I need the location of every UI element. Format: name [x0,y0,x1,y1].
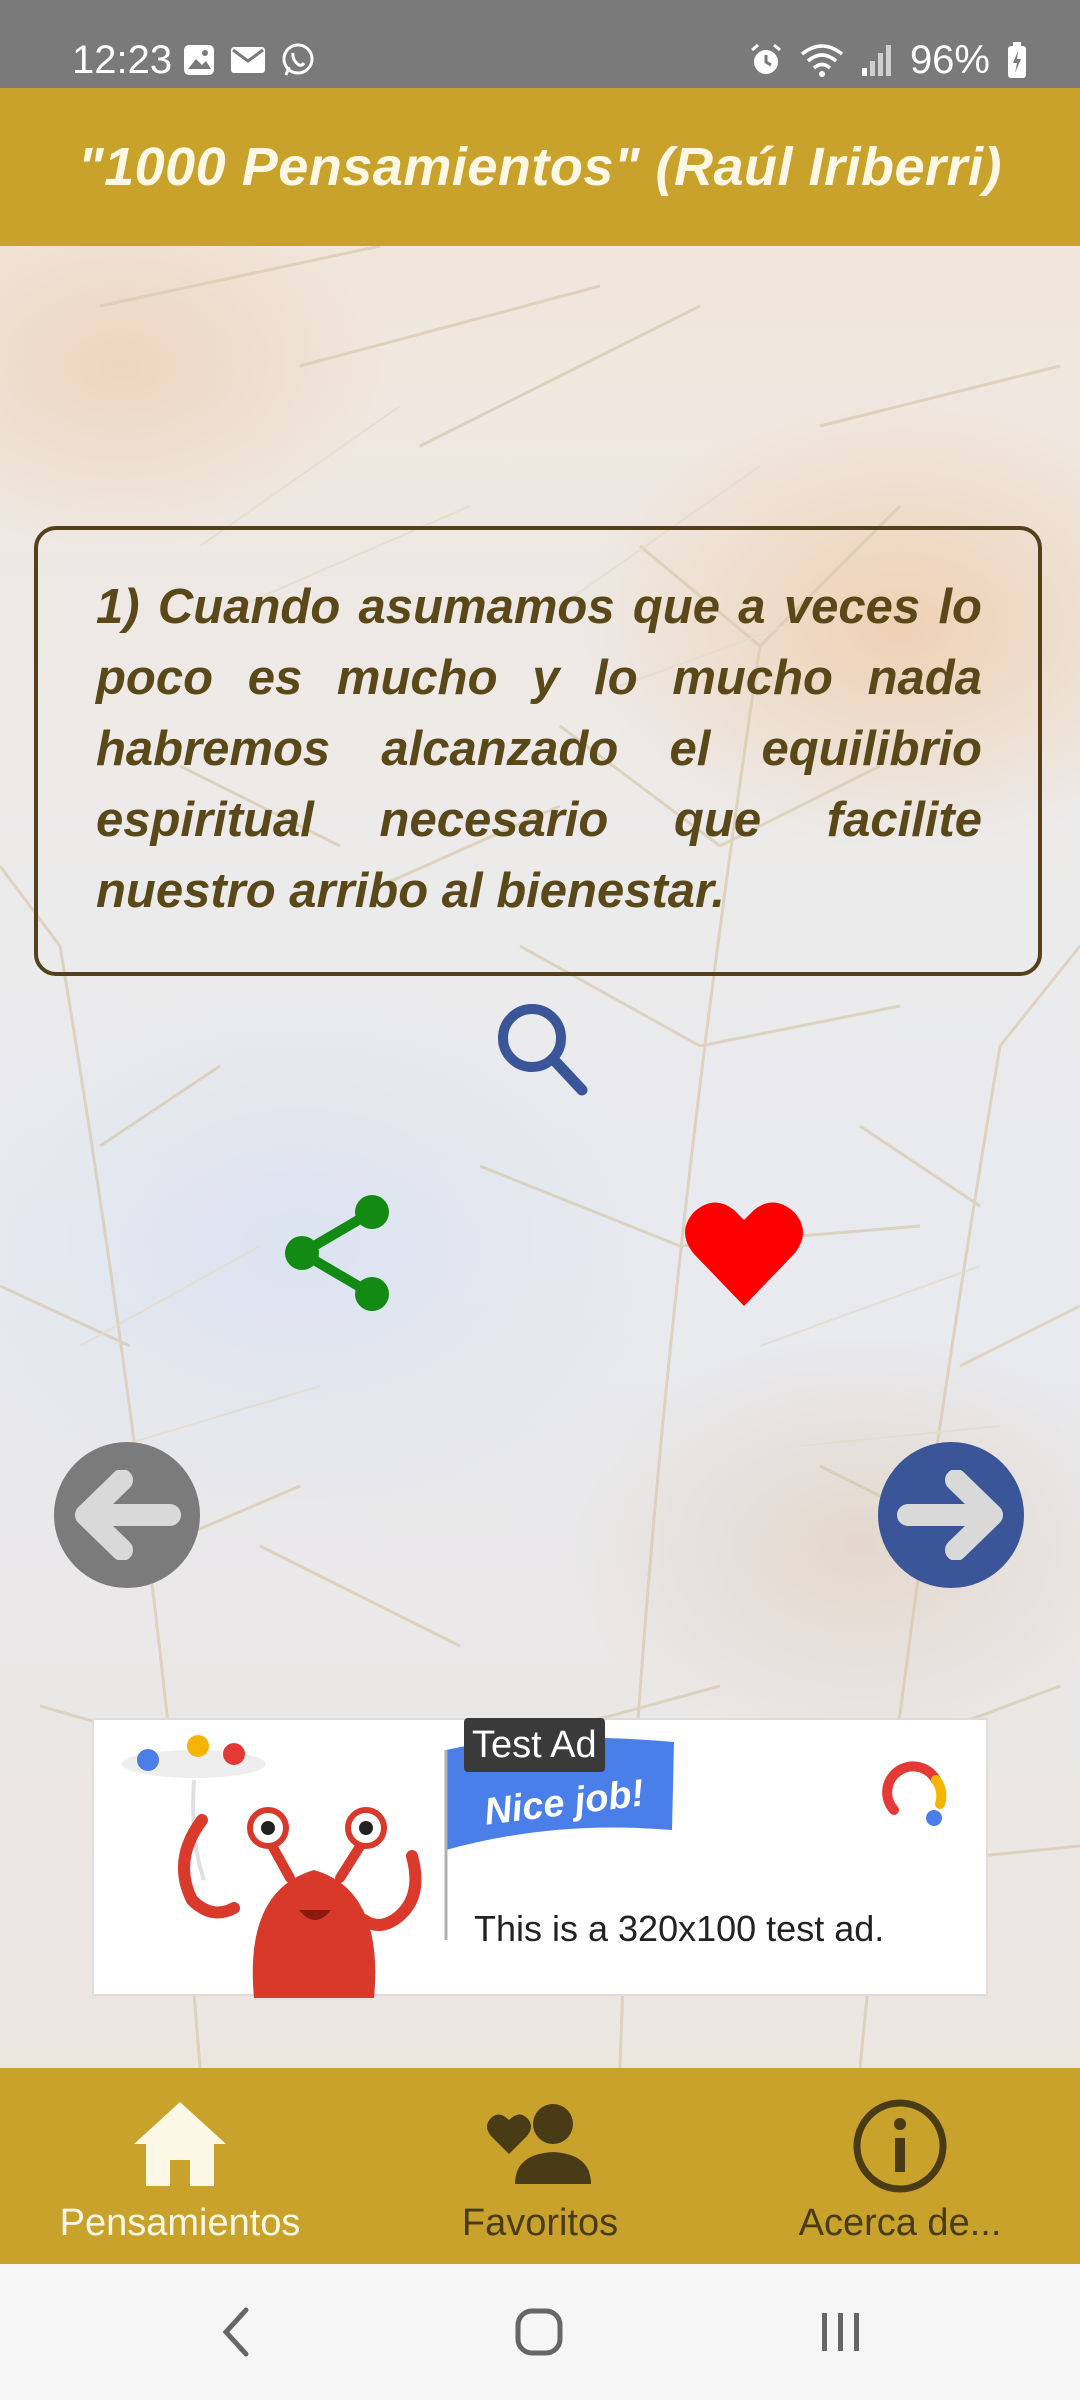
signal-icon [861,45,891,76]
home-nav-icon[interactable] [514,2307,564,2357]
nav-pensamientos[interactable]: Pensamientos [0,2068,360,2264]
arrow-left-icon [75,1470,181,1560]
nav-label-acerca: Acerca de... [798,2202,1002,2244]
recents-icon[interactable] [816,2307,866,2357]
heart-icon [685,1202,803,1306]
ad-label: Test Ad [464,1718,605,1772]
battery-percent: 96% [909,38,990,82]
arrow-right-icon [897,1470,1003,1560]
notification-icons [182,38,316,82]
app-bar: "1000 Pensamientos" (Raúl Iriberri) [0,88,1080,246]
search-icon [498,1004,588,1096]
next-button[interactable] [878,1442,1024,1588]
share-button[interactable] [278,1190,396,1316]
status-bar: 12:23 96% [0,0,1080,88]
nav-label-favoritos: Favoritos [461,2202,619,2244]
status-time: 12:23 [72,38,173,82]
home-icon [134,2102,226,2186]
wifi-icon [800,44,844,77]
ad-text: This is a 320x100 test ad. [474,1908,885,1949]
page-title: "1000 Pensamientos" (Raúl Iriberri) [77,137,1003,197]
previous-button[interactable] [54,1442,200,1588]
system-navigation-bar [0,2264,1080,2400]
favorite-person-icon [487,2104,591,2184]
battery-charging-icon [1008,42,1026,78]
share-icon [285,1195,389,1311]
nav-favoritos[interactable]: Favoritos [360,2068,720,2264]
whatsapp-icon [282,43,314,76]
info-icon [853,2099,947,2193]
bottom-navigation: Pensamientos Favoritos Acerca de... [0,2068,1080,2264]
alarm-icon [750,43,781,74]
nav-label-pensamientos: Pensamientos [59,2202,301,2244]
back-icon[interactable] [216,2302,256,2362]
nav-acerca[interactable]: Acerca de... [720,2068,1080,2264]
quote-card: 1) Cuando asumamos que a veces lo poco e… [34,526,1042,976]
gallery-icon [184,45,214,75]
mail-icon [231,47,265,73]
system-icons: 96% [748,36,1028,84]
quote-text: 1) Cuando asumamos que a veces lo poco e… [96,580,982,918]
favorite-button[interactable] [682,1196,806,1310]
search-button[interactable] [484,994,594,1104]
